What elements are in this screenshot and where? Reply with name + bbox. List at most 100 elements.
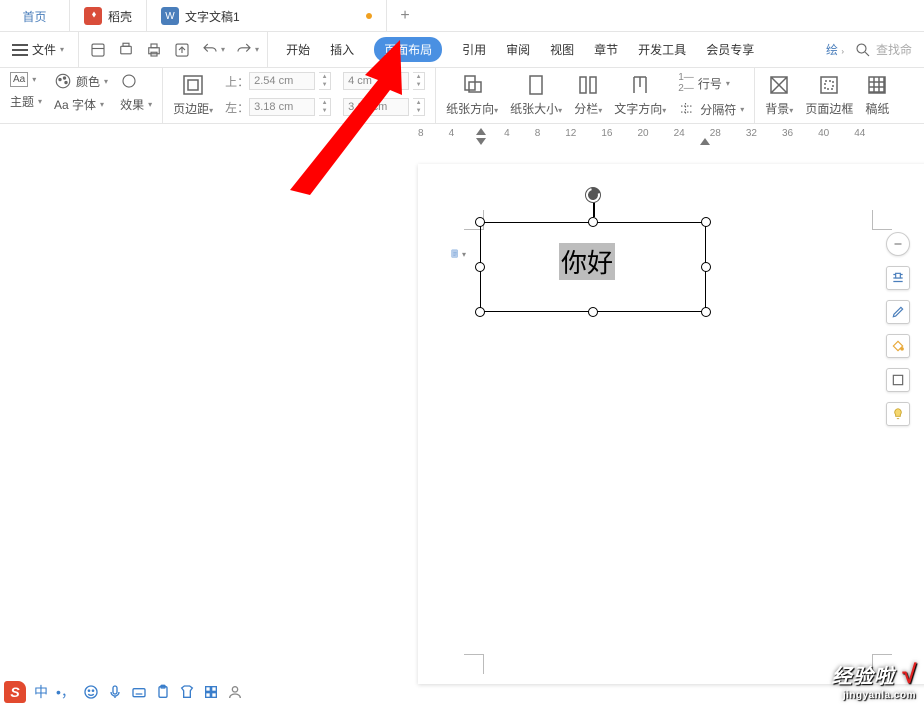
resize-handle[interactable] <box>701 262 711 272</box>
resize-handle[interactable] <box>475 262 485 272</box>
collapse-button[interactable] <box>886 232 910 256</box>
textdir-button[interactable]: 文字方向▾ <box>614 72 666 117</box>
linenum-button[interactable]: 1—2— 行号▾ <box>678 72 744 94</box>
orientation-icon <box>460 73 484 97</box>
edit-shape-button[interactable] <box>886 300 910 324</box>
columns-icon <box>576 73 600 97</box>
ribbon-tab-start[interactable]: 开始 <box>286 41 310 58</box>
font-dropdown[interactable]: Aa 字体▾ <box>54 96 108 113</box>
outline-button[interactable] <box>886 368 910 392</box>
resize-handle[interactable] <box>588 307 598 317</box>
ruler-tick: 20 <box>638 128 649 139</box>
theme-dropdown[interactable]: 主题▾ <box>10 93 42 110</box>
orientation-button[interactable]: 纸张方向▾ <box>446 72 498 117</box>
horizontal-ruler[interactable]: 8 4 4 8 12 16 20 24 28 32 36 40 44 <box>418 128 924 148</box>
spinner-icon[interactable]: ▲▼ <box>413 98 425 116</box>
margin-right-bot-input[interactable]: 3.18 cm ▲▼ <box>343 98 425 116</box>
ribbon-tab-insert[interactable]: 插入 <box>330 41 354 58</box>
page-border-button[interactable]: 页面边框 <box>805 72 853 117</box>
papersize-button[interactable]: 纸张大小▾ <box>510 72 562 117</box>
sogou-icon[interactable]: S <box>4 681 26 703</box>
check-icon: √ <box>901 659 916 689</box>
ime-user-icon[interactable] <box>227 684 243 700</box>
ime-emoji-icon[interactable] <box>83 684 99 700</box>
rotation-connector <box>593 201 595 217</box>
save-open-icon[interactable] <box>89 41 107 59</box>
ruler-tick: 12 <box>565 128 576 139</box>
export-icon[interactable] <box>173 41 191 59</box>
ime-clipboard-icon[interactable] <box>155 684 171 700</box>
spinner-icon[interactable]: ▲▼ <box>319 72 331 90</box>
ribbon-tab-chapter[interactable]: 章节 <box>594 41 618 58</box>
file-menu[interactable]: 文件 ▾ <box>6 41 70 58</box>
ruler-tick: 24 <box>674 128 685 139</box>
ruler-tick: 44 <box>854 128 865 139</box>
tab-docshell[interactable]: 稻壳 <box>70 0 147 32</box>
margins-button[interactable]: 页边距▾ <box>173 72 213 117</box>
margin-top-input[interactable]: 上： 2.54 cm ▲▼ <box>225 72 331 90</box>
menubar-right: 绘 › 查找命 <box>826 41 918 59</box>
resize-handle[interactable] <box>701 307 711 317</box>
resize-handle[interactable] <box>475 217 485 227</box>
manuscript-button[interactable]: 稿纸 <box>865 72 889 117</box>
margin-top-value[interactable]: 2.54 cm <box>249 72 315 90</box>
margin-right-bot-value[interactable]: 3.18 cm <box>343 98 409 116</box>
ribbon-tab-reference[interactable]: 引用 <box>462 41 486 58</box>
margin-right-top-value[interactable]: 4 cm <box>343 72 409 90</box>
spinner-icon[interactable]: ▲▼ <box>413 72 425 90</box>
draw-tools-label[interactable]: 绘 › <box>826 41 844 58</box>
print-icon[interactable] <box>145 41 163 59</box>
print-preview-icon[interactable] <box>117 41 135 59</box>
rotation-handle[interactable] <box>585 187 601 203</box>
ribbon-tab-member[interactable]: 会员专享 <box>706 41 754 58</box>
break-button[interactable]: 分隔符▾ <box>678 100 744 118</box>
search-box[interactable]: 查找命 <box>854 41 912 59</box>
anchor-icon[interactable]: ▾ <box>450 244 466 264</box>
margin-left-input[interactable]: 左： 3.18 cm ▲▼ <box>225 98 331 116</box>
quick-access-toolbar: ▾ ▾ <box>81 32 268 67</box>
ribbon-tab-dev[interactable]: 开发工具 <box>638 41 686 58</box>
tab-home[interactable]: 首页 <box>0 0 70 32</box>
tab-document[interactable]: W 文字文稿1 <box>147 0 387 32</box>
ime-skin-icon[interactable] <box>179 684 195 700</box>
page-size-icon <box>524 73 548 97</box>
ribbon-tab-layout[interactable]: 页面布局 <box>374 37 442 62</box>
redo-button[interactable]: ▾ <box>235 41 259 59</box>
effect-shape-button[interactable] <box>120 72 152 90</box>
ime-keyboard-icon[interactable] <box>131 684 147 700</box>
ime-lang[interactable]: 中 <box>34 682 48 702</box>
fill-button[interactable] <box>886 334 910 358</box>
ribbon-group-bg: 背景▾ 页面边框 稿纸 <box>755 68 899 123</box>
selected-textbox[interactable]: 你好 <box>480 222 706 312</box>
text-direction-icon <box>628 73 652 97</box>
undo-button[interactable]: ▾ <box>201 41 225 59</box>
ime-punct-icon[interactable]: •， <box>56 682 75 702</box>
ime-mic-icon[interactable] <box>107 684 123 700</box>
effect-dropdown[interactable]: 效果▾ <box>120 96 152 113</box>
columns-button[interactable]: 分栏▾ <box>574 72 602 117</box>
color-dropdown[interactable]: 颜色▾ <box>54 72 108 90</box>
ruler-tick: 40 <box>818 128 829 139</box>
idea-button[interactable] <box>886 402 910 426</box>
margin-left-value[interactable]: 3.18 cm <box>249 98 315 116</box>
background-button[interactable]: 背景▾ <box>765 72 793 117</box>
wrap-text-button[interactable] <box>886 266 910 290</box>
tab-new[interactable]: + <box>387 0 423 32</box>
ruler-tick: 4 <box>504 128 510 139</box>
resize-handle[interactable] <box>701 217 711 227</box>
document-workspace[interactable]: ▾ 你好 <box>0 150 924 675</box>
theme-font-button[interactable]: Aa ▾ <box>10 72 42 87</box>
spinner-icon[interactable]: ▲▼ <box>319 98 331 116</box>
margin-right-top-input[interactable]: 4 cm ▲▼ <box>343 72 425 90</box>
ime-toolbox-icon[interactable] <box>203 684 219 700</box>
indent-marker-icon[interactable] <box>700 138 710 145</box>
document-page[interactable]: ▾ 你好 <box>418 164 924 684</box>
indent-marker-icon[interactable] <box>476 128 486 135</box>
ribbon-tab-view[interactable]: 视图 <box>550 41 574 58</box>
resize-handle[interactable] <box>588 217 598 227</box>
resize-handle[interactable] <box>475 307 485 317</box>
textbox-text[interactable]: 你好 <box>559 243 615 280</box>
page-border-icon <box>817 73 841 97</box>
ribbon-tab-review[interactable]: 审阅 <box>506 41 530 58</box>
indent-marker-icon[interactable] <box>476 138 486 145</box>
